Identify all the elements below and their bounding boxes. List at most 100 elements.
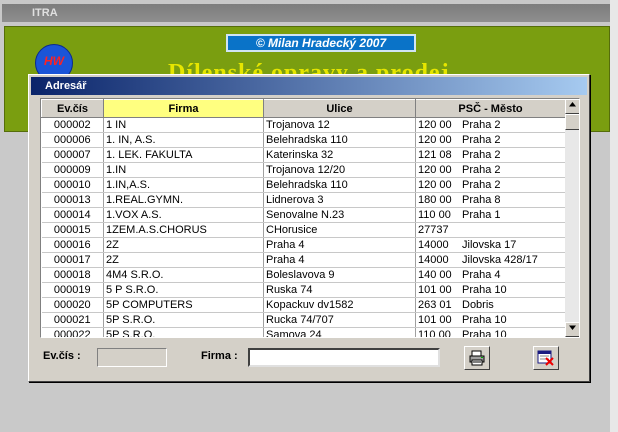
address-book-dialog: Adresář Ev.čís Firma Ulice PSČ - Město 0… — [28, 74, 590, 382]
table-row[interactable]: 000013 1.REAL.GYMN. Lidnerova 3 180 00 Praha… — [41, 192, 565, 208]
table-row[interactable]: 000015 1ZEM.A.S.CHORUS CHorusice 27737 — [41, 222, 565, 238]
column-header-psc-mesto[interactable]: PSČ - Město — [415, 99, 565, 118]
table-row[interactable]: 000014 1.VOX A.S. Senovalne N.23 110 00 Prah… — [41, 207, 565, 223]
cell-firma: 5 P S.R.O. — [103, 282, 264, 298]
cell-psc-mesto: 120 00 Praha 2 — [415, 117, 565, 133]
cell-psc: 120 00 — [418, 179, 452, 191]
cell-mesto: Praha 10 — [462, 329, 507, 337]
cell-evcis: 000006 — [41, 132, 104, 148]
app-title: ITRA — [2, 4, 610, 22]
vertical-scrollbar[interactable] — [565, 99, 579, 337]
cell-ulice: Praha 4 — [263, 237, 416, 253]
cell-ulice: Belehradska 110 — [263, 132, 416, 148]
cell-mesto: Praha 8 — [462, 194, 501, 206]
cell-evcis: 000010 — [41, 177, 104, 193]
cell-psc-mesto: 120 00 Praha 2 — [415, 162, 565, 178]
column-header-evcis[interactable]: Ev.čís — [41, 99, 104, 118]
cell-psc-mesto: 120 00 Praha 2 — [415, 177, 565, 193]
table-row[interactable]: 000017 2Z Praha 4 14000 Jilovska 428/17 — [41, 252, 565, 268]
cell-mesto: Praha 2 — [462, 149, 501, 161]
cell-firma: 4M4 S.R.O. — [103, 267, 264, 283]
cell-evcis: 000018 — [41, 267, 104, 283]
cell-psc: 14000 — [418, 239, 449, 251]
cell-mesto: Praha 10 — [462, 314, 507, 326]
table-row[interactable]: 000022 5P S.R.O. Samova 24 110 00 Praha 10 — [41, 327, 565, 337]
cell-mesto: Praha 2 — [462, 179, 501, 191]
cell-ulice: Belehradska 110 — [263, 177, 416, 193]
cell-mesto: Praha 4 — [462, 269, 501, 281]
cell-firma: 1.REAL.GYMN. — [103, 192, 264, 208]
cell-psc-mesto: 101 00 Praha 10 — [415, 312, 565, 328]
scroll-thumb[interactable] — [565, 114, 579, 130]
cell-firma: 5P S.R.O. — [103, 312, 264, 328]
table-header-row: Ev.čís Firma Ulice PSČ - Město — [41, 99, 565, 118]
cell-psc: 263 01 — [418, 299, 452, 311]
print-button[interactable] — [464, 346, 490, 370]
table-row[interactable]: 000010 1.IN,A.S. Belehradska 110 120 00 Prah… — [41, 177, 565, 193]
cell-psc-mesto: 110 00 Praha 10 — [415, 327, 565, 337]
cell-firma: 1.IN — [103, 162, 264, 178]
cell-mesto: Jilovska 428/17 — [462, 254, 538, 266]
evcis-filter-field[interactable] — [97, 348, 167, 367]
cell-firma: 1 IN — [103, 117, 264, 133]
grid-viewport: Ev.čís Firma Ulice PSČ - Město 000002 1 I… — [41, 99, 565, 337]
scroll-down-button[interactable] — [565, 322, 579, 337]
cell-ulice: Kopackuv dv1582 — [263, 297, 416, 313]
cell-ulice: Samova 24 — [263, 327, 416, 337]
app-titlebar: ITRA — [0, 0, 618, 26]
cell-mesto: Praha 2 — [462, 164, 501, 176]
column-header-firma[interactable]: Firma — [103, 99, 264, 118]
close-button[interactable] — [533, 346, 559, 370]
cell-ulice: CHorusice — [263, 222, 416, 238]
cell-mesto: Dobris — [462, 299, 494, 311]
firma-filter-input[interactable] — [248, 348, 440, 367]
cell-mesto: Praha 1 — [462, 209, 501, 221]
cell-evcis: 000013 — [41, 192, 104, 208]
close-icon — [537, 350, 554, 366]
cell-firma: 1.IN,A.S. — [103, 177, 264, 193]
table-row[interactable]: 000019 5 P S.R.O. Ruska 74 101 00 Praha 10 — [41, 282, 565, 298]
dialog-title: Adresář — [31, 77, 587, 95]
cell-firma: 1.VOX A.S. — [103, 207, 264, 223]
cell-psc: 101 00 — [418, 284, 452, 296]
app-window: ITRA © Milan Hradecký 2007 HW Dílenské o… — [0, 0, 618, 432]
cell-evcis: 000016 — [41, 237, 104, 253]
firma-filter-label: Firma : — [201, 350, 238, 362]
table-row[interactable]: 000002 1 IN Trojanova 12 120 00 Praha 2 — [41, 117, 565, 133]
cell-psc: 101 00 — [418, 314, 452, 326]
cell-evcis: 000022 — [41, 327, 104, 337]
cell-psc: 120 00 — [418, 134, 452, 146]
copyright-label: © Milan Hradecký 2007 — [226, 34, 416, 52]
cell-evcis: 000007 — [41, 147, 104, 163]
scroll-up-button[interactable] — [565, 99, 579, 114]
address-table: Ev.čís Firma Ulice PSČ - Město 000002 1 I… — [41, 99, 565, 337]
cell-psc-mesto: 180 00 Praha 8 — [415, 192, 565, 208]
cell-psc: 140 00 — [418, 269, 452, 281]
table-row[interactable]: 000018 4M4 S.R.O. Boleslavova 9 140 00 Praha… — [41, 267, 565, 283]
column-header-ulice[interactable]: Ulice — [263, 99, 416, 118]
table-row[interactable]: 000009 1.IN Trojanova 12/20 120 00 Praha 2 — [41, 162, 565, 178]
cell-mesto: Praha 2 — [462, 119, 501, 131]
cell-psc: 180 00 — [418, 194, 452, 206]
cell-ulice: Trojanova 12/20 — [263, 162, 416, 178]
cell-firma: 5P S.R.O. — [103, 327, 264, 337]
cell-psc: 120 00 — [418, 164, 452, 176]
cell-mesto: Jilovska 17 — [462, 239, 517, 251]
table-row[interactable]: 000020 5P COMPUTERS Kopackuv dv1582 263 01 D… — [41, 297, 565, 313]
cell-evcis: 000019 — [41, 282, 104, 298]
cell-ulice: Senovalne N.23 — [263, 207, 416, 223]
cell-mesto: Praha 10 — [462, 284, 507, 296]
printer-icon — [469, 350, 485, 366]
cell-psc: 110 00 — [418, 209, 451, 221]
cell-psc: 110 00 — [418, 329, 451, 337]
table-row[interactable]: 000006 1. IN, A.S. Belehradska 110 120 00 Pr… — [41, 132, 565, 148]
cell-evcis: 000020 — [41, 297, 104, 313]
arrow-up-icon — [569, 102, 576, 107]
cell-firma: 1ZEM.A.S.CHORUS — [103, 222, 264, 238]
window-edge — [610, 0, 618, 432]
table-row[interactable]: 000016 2Z Praha 4 14000 Jilovska 17 — [41, 237, 565, 253]
cell-psc-mesto: 14000 Jilovska 428/17 — [415, 252, 565, 268]
table-row[interactable]: 000007 1. LEK. FAKULTA Katerinska 32 121 08… — [41, 147, 565, 163]
table-row[interactable]: 000021 5P S.R.O. Rucka 74/707 101 00 Praha 1… — [41, 312, 565, 328]
cell-evcis: 000021 — [41, 312, 104, 328]
